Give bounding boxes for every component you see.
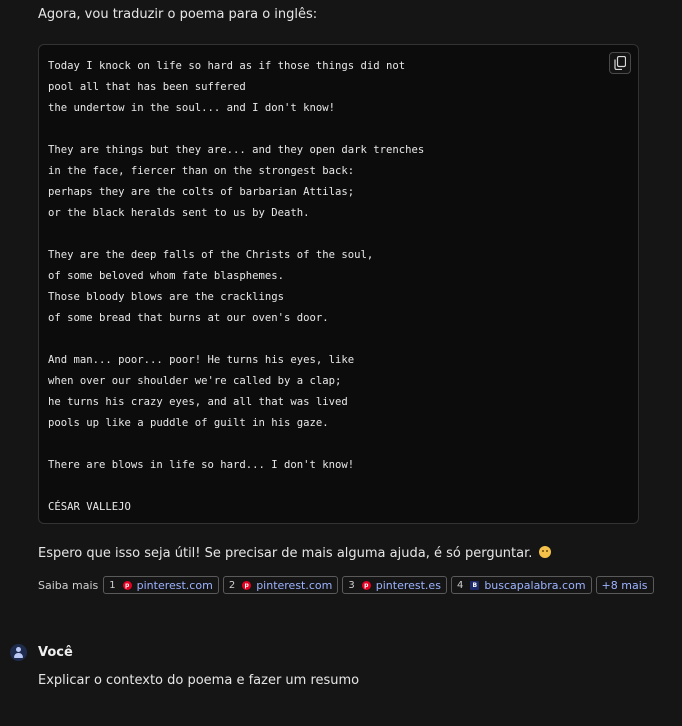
- poem-line: of some beloved whom fate blasphemes.: [48, 270, 284, 282]
- poem-line: They are things but they are... and they…: [48, 144, 425, 156]
- poem-line: when over our shoulder we're called by a…: [48, 375, 342, 387]
- poem-line: or the black heralds sent to us by Death…: [48, 207, 310, 219]
- poem-line: he turns his crazy eyes, and all that wa…: [48, 396, 348, 408]
- source-domain: pinterest.es: [375, 578, 441, 592]
- poem-line: There are blows in life so hard... I don…: [48, 459, 355, 471]
- chat-page: Agora, vou traduzir o poema para o inglê…: [0, 0, 682, 726]
- poem-line: in the face, fiercer than on the stronge…: [48, 165, 355, 177]
- source-chip-3[interactable]: 3 p pinterest.es: [342, 576, 447, 594]
- assistant-closing-text: Espero que isso seja útil! Se precisar d…: [38, 546, 533, 561]
- poem-line: pools up like a puddle of guilt in his g…: [48, 417, 329, 429]
- copy-icon: [614, 56, 626, 70]
- user-message-text: Explicar o contexto do poema e fazer um …: [38, 673, 360, 688]
- poem-line: perhaps they are the colts of barbarian …: [48, 186, 355, 198]
- pinterest-icon: p: [122, 580, 132, 590]
- poem-line: pool all that has been suffered: [48, 81, 246, 93]
- source-chip-1[interactable]: 1 p pinterest.com: [103, 576, 219, 594]
- source-domain: pinterest.com: [136, 578, 213, 592]
- source-number: 1: [109, 579, 116, 591]
- poem-line: And man... poor... poor! He turns his ey…: [48, 354, 355, 366]
- buscapalabra-icon: B: [470, 580, 480, 590]
- assistant-closing: Espero que isso seja útil! Se precisar d…: [38, 545, 551, 561]
- more-sources-button[interactable]: +8 mais: [595, 576, 654, 594]
- assistant-intro-text: Agora, vou traduzir o poema para o inglê…: [38, 7, 318, 22]
- user-name: Você: [38, 645, 73, 660]
- poem-line: [48, 434, 424, 455]
- sources-label: Saiba mais: [38, 578, 99, 592]
- pinterest-icon: p: [361, 580, 371, 590]
- copy-code-button[interactable]: [609, 52, 631, 74]
- poem-author: CÉSAR VALLEJO: [48, 501, 131, 513]
- sources-bar: Saiba mais 1 p pinterest.com 2 p pintere…: [38, 576, 658, 594]
- source-number: 2: [228, 579, 236, 591]
- source-chip-4[interactable]: 4 B buscapalabra.com: [450, 576, 592, 594]
- poem-line: [48, 329, 424, 350]
- poem-line: Those bloody blows are the cracklings: [48, 291, 284, 303]
- code-block: Today I knock on life so hard as if thos…: [38, 44, 639, 524]
- poem-line: the undertow in the soul... and I don't …: [48, 102, 336, 114]
- poem-line: Today I knock on life so hard as if thos…: [48, 60, 406, 72]
- poem-line: They are the deep falls of the Christs o…: [48, 249, 374, 261]
- user-message-header: Você: [10, 644, 73, 661]
- more-sources-label: +8 mais: [601, 578, 648, 592]
- poem-line: [48, 476, 424, 497]
- smiling-face-emoji-icon: [538, 546, 551, 558]
- source-domain: buscapalabra.com: [484, 578, 586, 592]
- user-avatar-icon: [10, 644, 27, 661]
- source-chip-2[interactable]: 2 p pinterest.com: [222, 576, 339, 594]
- poem-line: of some bread that burns at our oven's d…: [48, 312, 329, 324]
- poem-line: [48, 224, 424, 245]
- poem-text: Today I knock on life so hard as if thos…: [48, 56, 424, 518]
- source-domain: pinterest.com: [256, 578, 333, 592]
- poem-line: [48, 119, 424, 140]
- pinterest-icon: p: [242, 580, 252, 590]
- source-number: 3: [348, 579, 355, 591]
- source-number: 4: [456, 579, 464, 591]
